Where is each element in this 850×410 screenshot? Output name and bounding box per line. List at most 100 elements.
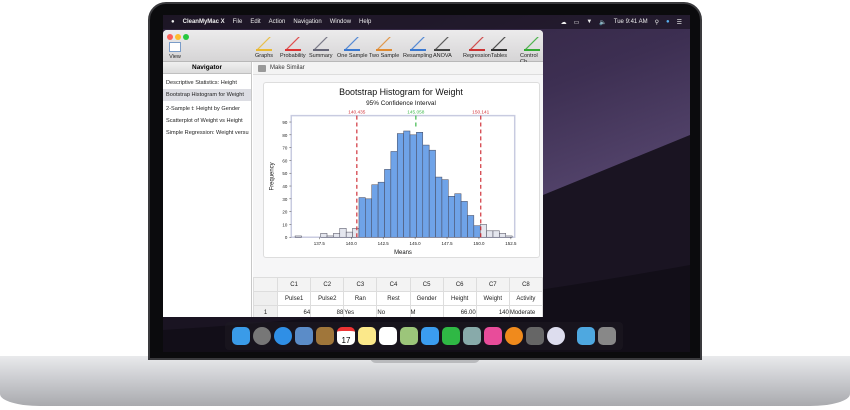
menu-window[interactable]: Window	[330, 19, 351, 25]
y-tick-label: 40	[282, 184, 287, 189]
column-name[interactable]: Rest	[376, 291, 411, 306]
column-id[interactable]: C1	[277, 277, 312, 292]
navigator-item[interactable]: Simple Regression: Weight versu	[163, 127, 251, 139]
column-id[interactable]: C6	[442, 277, 477, 292]
airplay-icon[interactable]: ▭	[574, 19, 580, 26]
wifi-icon[interactable]: ▼	[586, 19, 592, 25]
toolbar-two-sample-button[interactable]: Two Sample	[369, 37, 399, 59]
toolbar-resampling-button[interactable]: Resampling	[403, 37, 432, 59]
chart-subtitle: 95% Confidence Interval	[366, 100, 436, 107]
column-id[interactable]: C5	[409, 277, 444, 292]
column-id[interactable]: C7	[475, 277, 510, 292]
toolbar-anova-button[interactable]: ANOVA	[433, 37, 452, 59]
histogram-bar	[428, 149, 436, 238]
downloads-icon[interactable]	[577, 327, 595, 345]
apple-icon[interactable]: ●	[171, 19, 175, 25]
navigator-title: Navigator	[163, 62, 251, 74]
regression-icon	[468, 37, 485, 51]
menu-app-name[interactable]: CleanMyMac X	[183, 19, 225, 25]
column-name[interactable]: Weight	[475, 291, 510, 306]
navigator-item-selected[interactable]: Bootstrap Histogram for Weight	[163, 89, 251, 101]
toolbar-control-ch-button[interactable]: Control Ch	[520, 37, 543, 65]
anova-icon	[434, 37, 451, 51]
column-name[interactable]: Pulse1	[277, 291, 312, 306]
cell[interactable]: M	[409, 305, 444, 317]
reminders-icon[interactable]	[379, 327, 397, 345]
cell[interactable]: No	[376, 305, 411, 317]
books-icon[interactable]	[505, 327, 523, 345]
toolbar-graphs-button[interactable]: Graphs	[255, 37, 273, 59]
messages-icon[interactable]	[421, 327, 439, 345]
column-id[interactable]: C3	[343, 277, 378, 292]
column-name[interactable]: Gender	[409, 291, 444, 306]
system-preferences-icon[interactable]	[526, 327, 544, 345]
toolbar-tables-button[interactable]: Tables	[491, 37, 507, 59]
view-button[interactable]: View	[169, 42, 181, 60]
close-button[interactable]	[167, 34, 173, 40]
minitab-icon[interactable]	[484, 327, 502, 345]
y-tick-label: 50	[282, 171, 287, 176]
column-id[interactable]: C4	[376, 277, 411, 292]
make-similar-button[interactable]: Make Similar	[253, 62, 543, 75]
view-icon	[169, 42, 181, 52]
app-window: View Graphs Probability Summary One Sample T…	[163, 30, 543, 317]
histogram-bar	[435, 176, 443, 238]
menu-navigation[interactable]: Navigation	[293, 19, 321, 25]
column-name[interactable]: Activity	[508, 291, 543, 306]
control-ch-icon	[523, 37, 540, 51]
toolbar-summary-button[interactable]: Summary	[309, 37, 333, 59]
toolbar-probability-button[interactable]: Probability	[280, 37, 306, 59]
column-name[interactable]: Pulse2	[310, 291, 345, 306]
navigator-item[interactable]: Descriptive Statistics: Height	[163, 77, 251, 89]
notification-center-icon[interactable]: ☰	[677, 19, 682, 26]
column-id[interactable]: C8	[508, 277, 543, 292]
cell[interactable]: 66.00	[442, 305, 477, 317]
histogram-bar	[377, 181, 385, 238]
menu-bar: ● CleanMyMac X File Edit Action Navigati…	[163, 15, 690, 29]
column-name[interactable]: Height	[442, 291, 477, 306]
preview-icon[interactable]	[295, 327, 313, 345]
trash-icon[interactable]	[598, 327, 616, 345]
siri-icon[interactable]: ●	[666, 19, 670, 25]
x-axis-label: Means	[394, 250, 412, 256]
maps-icon[interactable]	[400, 327, 418, 345]
histogram-bar	[390, 151, 398, 238]
notes-icon[interactable]	[358, 327, 376, 345]
navigator-item[interactable]: 2-Sample t: Height by Gender	[163, 103, 251, 115]
x-tick-label: 140.0	[346, 241, 358, 246]
search-icon[interactable]: ⚲	[655, 19, 659, 26]
photos-icon[interactable]	[463, 327, 481, 345]
histogram-bar	[358, 197, 366, 238]
clock[interactable]: Tue 9:41 AM	[614, 19, 648, 25]
column-name[interactable]: Ran	[343, 291, 378, 306]
calendar-icon[interactable]: 17	[337, 327, 355, 345]
menu-action[interactable]: Action	[269, 19, 286, 25]
contacts-icon[interactable]	[316, 327, 334, 345]
toolbar-label: Tables	[491, 53, 507, 59]
column-id[interactable]: C2	[310, 277, 345, 292]
volume-icon[interactable]: 🔈	[599, 19, 606, 26]
facetime-icon[interactable]	[442, 327, 460, 345]
menu-edit[interactable]: Edit	[250, 19, 260, 25]
histogram-bar	[448, 196, 455, 238]
cell[interactable]: 88	[310, 305, 345, 317]
safari-icon[interactable]	[274, 327, 292, 345]
cell[interactable]: Yes	[343, 305, 378, 317]
toolbar-regression-button[interactable]: Regression	[463, 37, 491, 59]
migration-icon[interactable]	[547, 327, 565, 345]
row-number[interactable]: 1	[252, 305, 279, 317]
cell[interactable]: 64	[277, 305, 312, 317]
finder-icon[interactable]	[232, 327, 250, 345]
dock: 17	[225, 322, 623, 350]
menu-file[interactable]: File	[233, 19, 243, 25]
zoom-button[interactable]	[183, 34, 189, 40]
summary-icon	[312, 37, 329, 51]
cell[interactable]: Moderate	[508, 305, 543, 317]
navigator-item[interactable]: Scatterplot of Weight vs Height	[163, 115, 251, 127]
menu-help[interactable]: Help	[359, 19, 371, 25]
minimize-button[interactable]	[175, 34, 181, 40]
toolbar-one-sample-button[interactable]: One Sample	[337, 37, 368, 59]
cell[interactable]: 140	[475, 305, 510, 317]
cloud-icon[interactable]: ☁	[561, 19, 567, 26]
launchpad-icon[interactable]	[253, 327, 271, 345]
